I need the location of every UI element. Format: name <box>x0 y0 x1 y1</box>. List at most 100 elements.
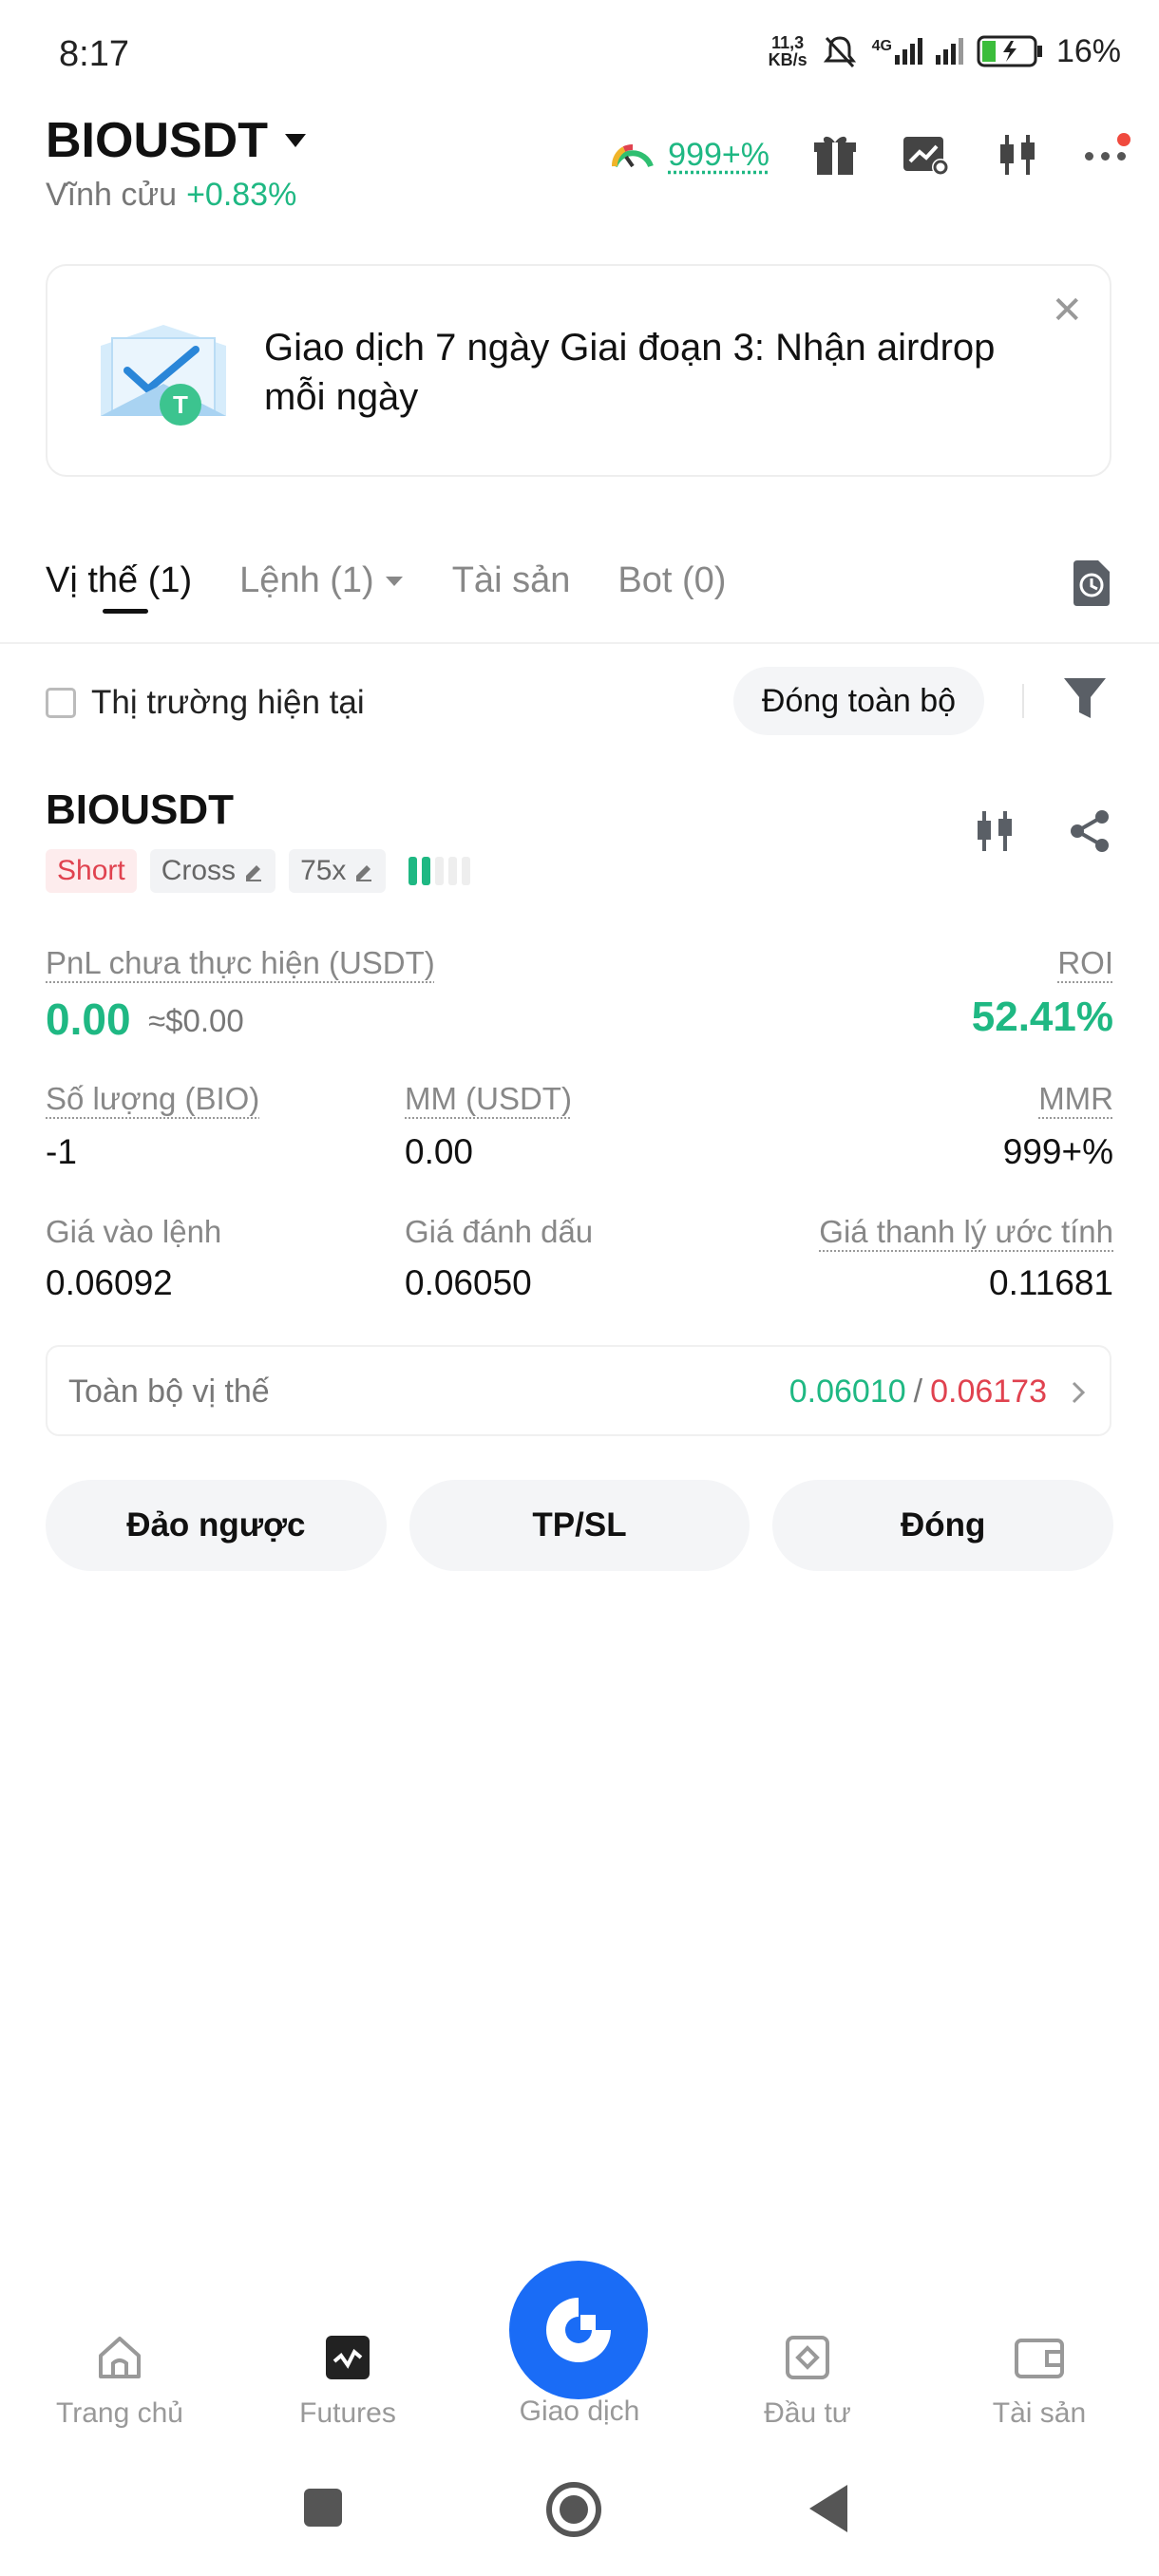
bottom-nav: Trang chủ Futures Giao dịch Đầu tư Tài s… <box>0 2261 1159 2451</box>
take-profit-value: 0.06010 <box>788 1373 906 1410</box>
promo-banner[interactable]: T Giao dịch 7 ngày Giai đoạn 3: Nhận air… <box>46 264 1112 477</box>
side-badge: Short <box>46 849 137 893</box>
risk-level-bars <box>408 857 471 885</box>
history-icon[interactable] <box>1070 559 1113 608</box>
entry-price-value: 0.06092 <box>46 1263 173 1302</box>
gauge-value: 999+% <box>668 136 770 173</box>
roi-value: 52.41% <box>971 994 1113 1040</box>
margin-mode-tag[interactable]: Cross <box>149 849 276 893</box>
caret-down-icon <box>385 576 403 586</box>
signal-4g-icon: 4G <box>872 38 922 65</box>
notification-dot <box>1117 133 1130 146</box>
gift-icon[interactable] <box>811 131 859 179</box>
candlestick-icon[interactable] <box>994 131 1041 179</box>
battery-icon <box>977 35 1042 67</box>
svg-text:T: T <box>173 390 188 419</box>
current-market-label: Thị trường hiện tại <box>91 684 365 721</box>
banner-text: Giao dịch 7 ngày Giai đoạn 3: Nhận airdr… <box>264 327 996 418</box>
tab-bots[interactable]: Bot (0) <box>618 560 726 601</box>
nav-assets[interactable]: Tài sản <box>944 2327 1134 2430</box>
margin-ratio-gauge[interactable]: 999+% <box>609 134 770 176</box>
price-change: +0.83% <box>186 177 297 213</box>
position-actions: Đảo ngược TP/SL Đóng <box>46 1480 1114 1571</box>
more-icon[interactable] <box>1083 131 1130 179</box>
nav-trade-button[interactable] <box>509 2261 648 2399</box>
liq-price-label[interactable]: Giá thanh lý ước tính <box>819 1214 1113 1250</box>
chevron-right-icon <box>1072 1381 1086 1403</box>
close-all-button[interactable]: Đóng toàn bộ <box>733 667 984 735</box>
current-market-checkbox[interactable] <box>46 688 76 718</box>
pair-selector[interactable]: BIOUSDT <box>46 112 308 169</box>
liq-price-value: 0.11681 <box>989 1263 1113 1302</box>
close-position-button[interactable]: Đóng <box>772 1480 1114 1571</box>
edit-icon <box>246 865 262 881</box>
system-nav-bar <box>0 2470 1159 2546</box>
mute-icon <box>823 36 856 68</box>
divider <box>0 642 1159 644</box>
risk-bar <box>448 857 458 885</box>
tab-positions[interactable]: Vị thế (1) <box>46 560 192 601</box>
candlestick-icon[interactable] <box>971 807 1018 855</box>
trade-icon <box>546 2298 611 2362</box>
reverse-button[interactable]: Đảo ngược <box>46 1480 387 1571</box>
net-speed: 11,3 KB/s <box>768 33 808 69</box>
quantity-value: -1 <box>46 1132 77 1171</box>
divider <box>1022 684 1024 718</box>
invest-icon <box>786 2336 829 2379</box>
nav-home[interactable]: Trang chủ <box>25 2327 215 2430</box>
edit-icon <box>356 865 372 881</box>
tab-assets[interactable]: Tài sản <box>452 560 571 601</box>
battery-level: 16% <box>1055 32 1121 69</box>
pair-title: BIOUSDT <box>46 113 268 168</box>
entry-price-label: Giá vào lệnh <box>46 1214 222 1249</box>
roi-label[interactable]: ROI <box>1057 945 1113 981</box>
status-time: 8:17 <box>59 34 129 74</box>
tab-orders[interactable]: Lệnh (1) <box>239 560 405 601</box>
whole-position-label: Toàn bộ vị thế <box>68 1373 270 1410</box>
position-tags: Short Cross 75x <box>46 849 471 893</box>
quantity-label[interactable]: Số lượng (BIO) <box>46 1081 259 1117</box>
active-tab-indicator <box>103 609 148 614</box>
separator: / <box>913 1373 923 1410</box>
back-icon[interactable] <box>806 2483 851 2534</box>
signal-icon <box>935 38 963 65</box>
pnl-usd-value: ≈$0.00 <box>148 1003 244 1038</box>
risk-bar <box>462 857 471 885</box>
whole-position-values: 0.06010 / 0.06173 <box>789 1373 1089 1411</box>
share-icon[interactable] <box>1066 807 1113 855</box>
risk-bar <box>408 857 418 885</box>
recent-apps-icon[interactable] <box>302 2487 344 2529</box>
stop-loss-value: 0.06173 <box>930 1373 1047 1410</box>
chart-settings-icon[interactable] <box>901 131 952 179</box>
mark-price-label: Giá đánh dấu <box>405 1214 594 1249</box>
risk-bar <box>422 857 431 885</box>
home-icon <box>99 2337 141 2378</box>
pnl-label[interactable]: PnL chưa thực hiện (USDT) <box>46 945 435 981</box>
header-icons: 999+% <box>609 131 1130 179</box>
futures-icon <box>326 2336 370 2379</box>
gauge-icon <box>612 144 655 168</box>
current-market-filter[interactable]: Thị trường hiện tại <box>46 684 365 722</box>
position-tabs: Vị thế (1) Lệnh (1) Tài sản Bot (0) <box>46 560 726 601</box>
mark-price-value: 0.06050 <box>405 1263 532 1302</box>
position-symbol: BIOUSDT <box>46 786 234 833</box>
home-button-icon[interactable] <box>545 2481 602 2538</box>
leverage-tag[interactable]: 75x <box>289 849 387 893</box>
risk-bar <box>435 857 445 885</box>
tpsl-button[interactable]: TP/SL <box>408 1480 750 1571</box>
pair-subtitle: Vĩnh cửu +0.83% <box>46 177 296 214</box>
whole-position-tpsl-row[interactable]: Toàn bộ vị thế 0.06010 / 0.06173 <box>46 1345 1112 1436</box>
nav-futures[interactable]: Futures <box>253 2327 443 2430</box>
nav-invest[interactable]: Đầu tư <box>712 2327 902 2430</box>
mm-label[interactable]: MM (USDT) <box>405 1081 572 1117</box>
wallet-icon <box>1015 2339 1064 2378</box>
mmr-value: 999+% <box>1002 1132 1113 1171</box>
airdrop-envelope-icon: T <box>101 325 226 426</box>
pnl-value: 0.00 <box>46 994 131 1044</box>
filter-icon[interactable] <box>1062 674 1108 724</box>
status-icons: 11,3 KB/s 4G 16% <box>769 32 1121 70</box>
banner-close-button[interactable]: ✕ <box>1051 289 1083 332</box>
mmr-label[interactable]: MMR <box>1038 1081 1113 1117</box>
contract-type: Vĩnh cửu <box>46 177 178 213</box>
mm-value: 0.00 <box>405 1132 474 1171</box>
